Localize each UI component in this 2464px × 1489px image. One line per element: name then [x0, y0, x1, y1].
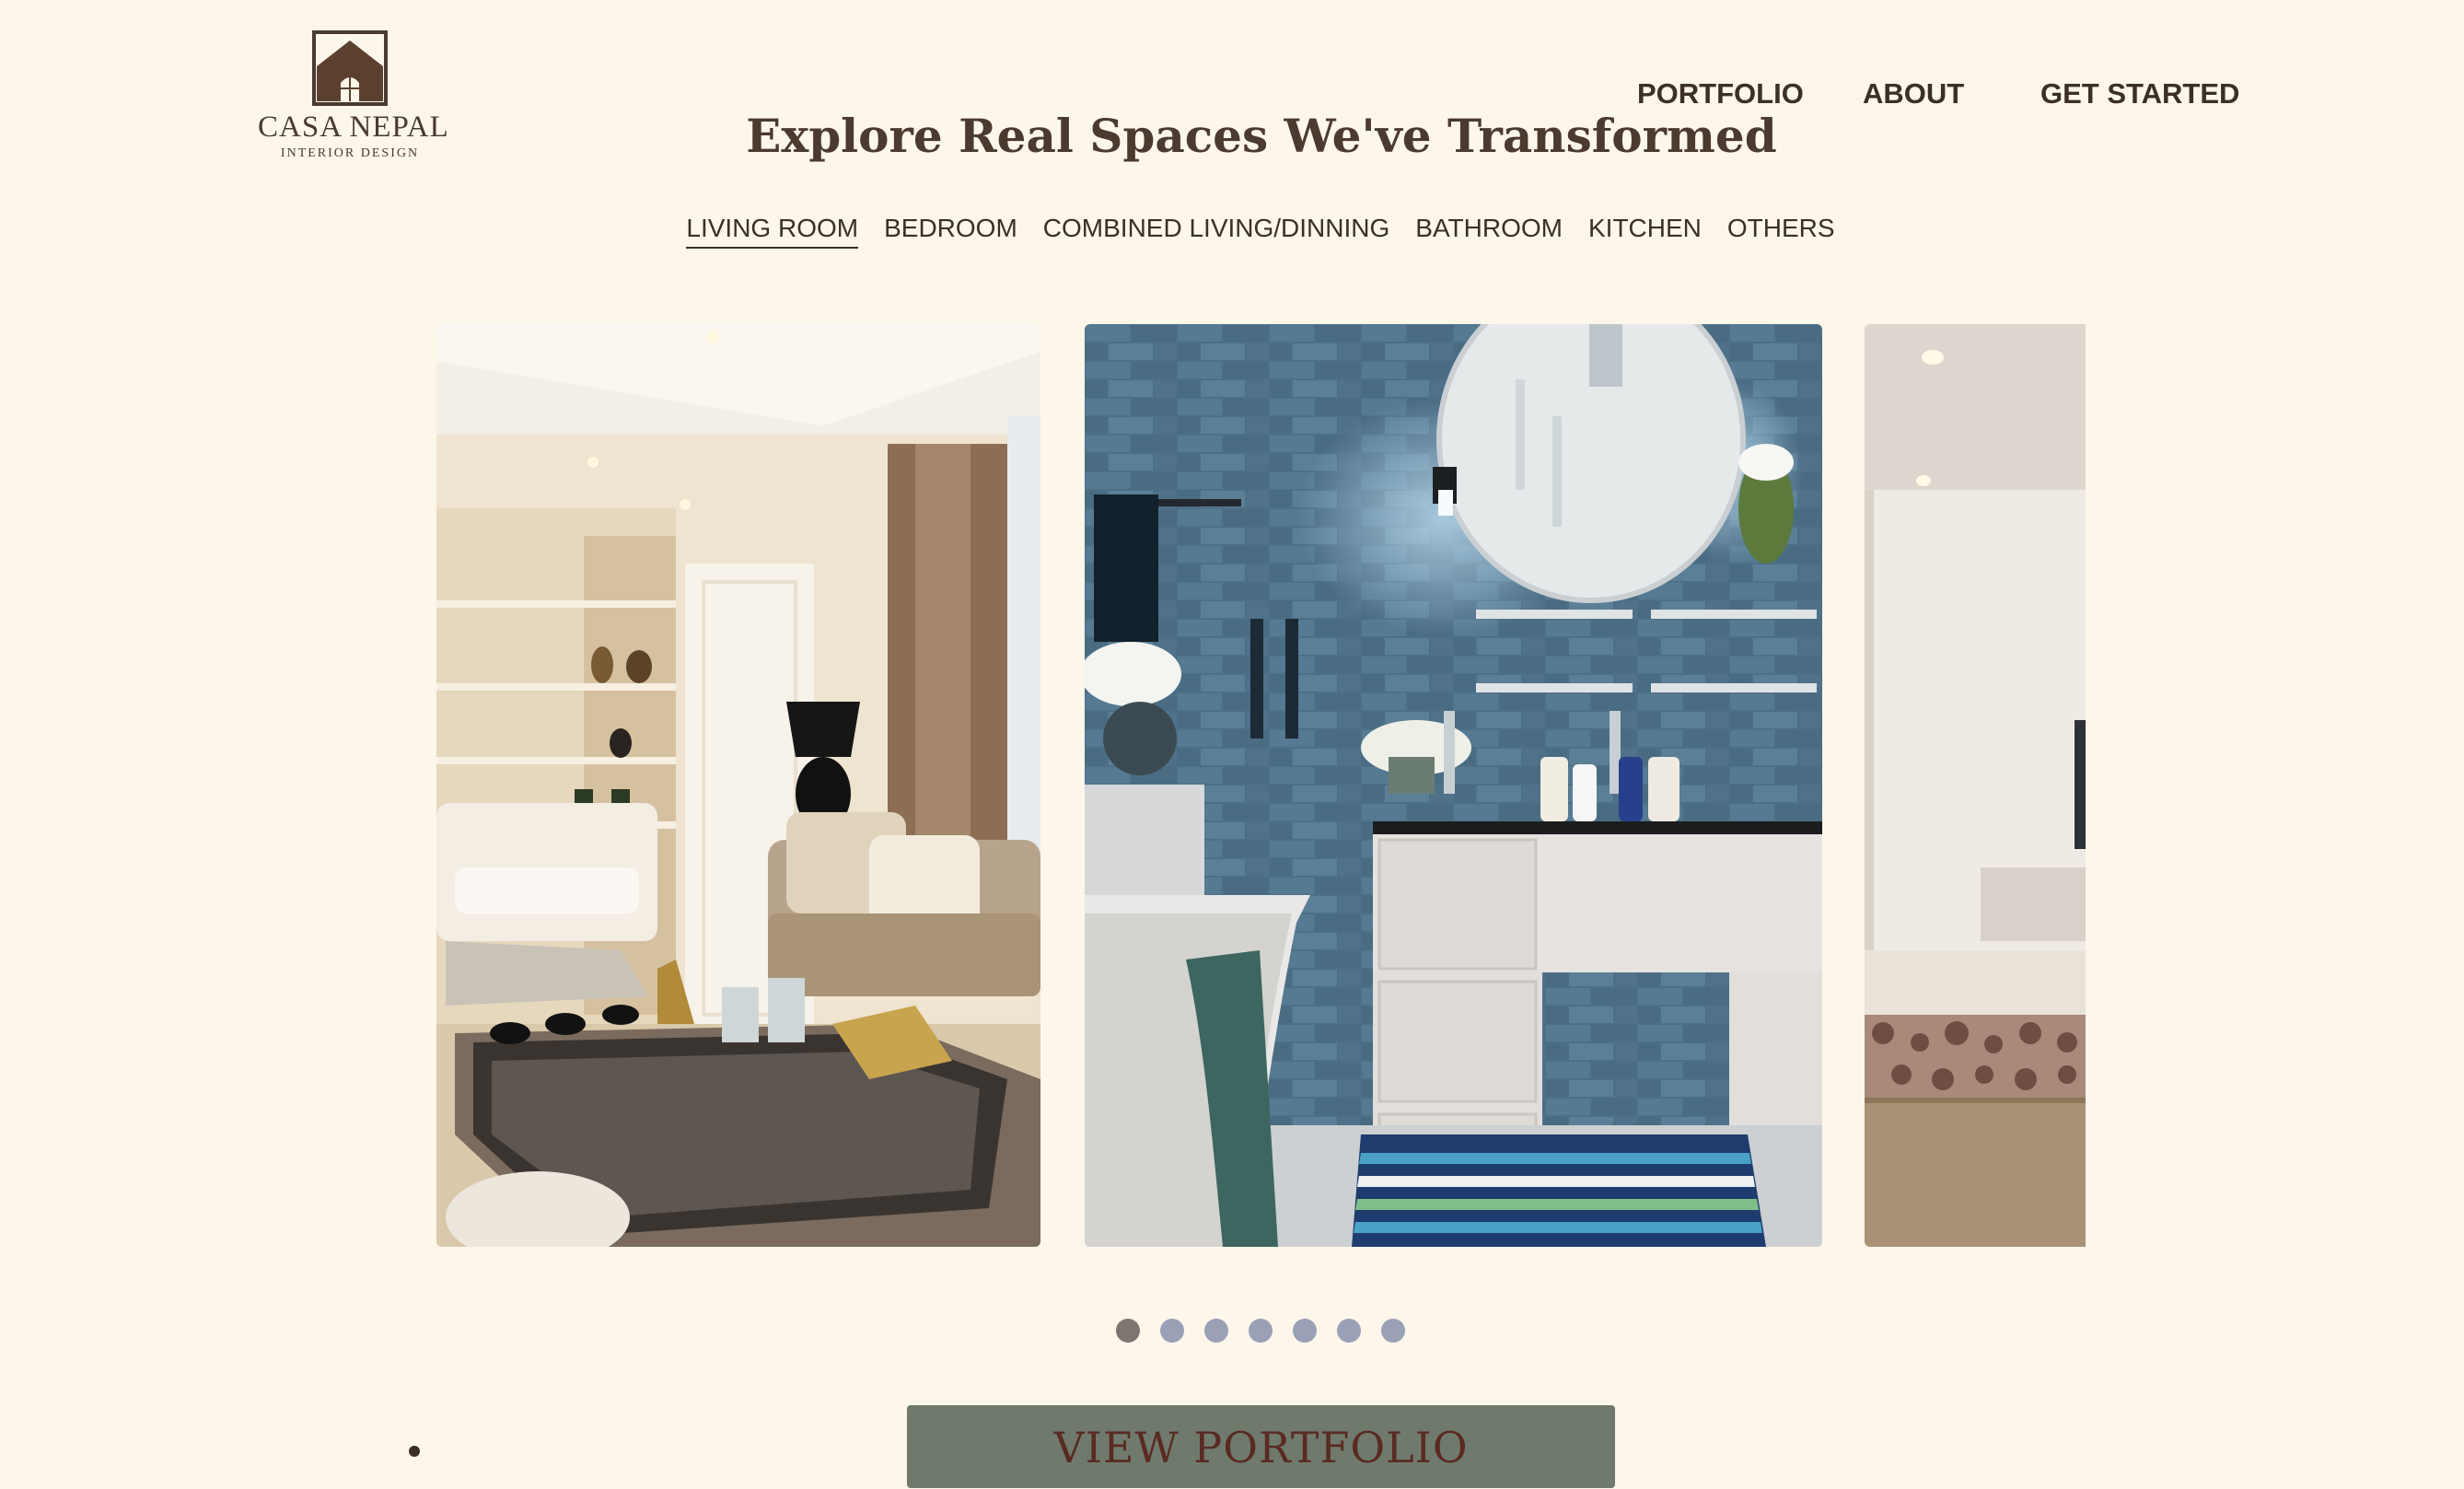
- portfolio-carousel: [0, 324, 2464, 1247]
- carousel-dot-4[interactable]: [1249, 1319, 1273, 1343]
- nav-about[interactable]: ABOUT: [1863, 77, 1964, 111]
- carousel-dot-6[interactable]: [1337, 1319, 1361, 1343]
- page-title: Explore Real Spaces We've Transformed: [746, 109, 1777, 163]
- carousel-dots: [1116, 1319, 1405, 1343]
- slide-bathroom[interactable]: [1085, 324, 1822, 1247]
- tab-bedroom[interactable]: BEDROOM: [884, 214, 1017, 247]
- slide-bedroom[interactable]: [1865, 324, 2086, 1247]
- nav-portfolio[interactable]: PORTFOLIO: [1637, 77, 1804, 111]
- slide-living-room[interactable]: [436, 324, 1040, 1247]
- carousel-dot-2[interactable]: [1160, 1319, 1184, 1343]
- striped-rug: [1352, 1134, 1766, 1247]
- tab-bathroom[interactable]: BATHROOM: [1415, 214, 1563, 247]
- bathroom-photo-icon: [1085, 324, 1822, 1247]
- list-bullet: [409, 1446, 420, 1457]
- carousel-dot-5[interactable]: [1293, 1319, 1317, 1343]
- carousel-dot-7[interactable]: [1381, 1319, 1405, 1343]
- carousel-dot-1[interactable]: [1116, 1319, 1140, 1343]
- nav-get-started[interactable]: GET STARTED: [2040, 77, 2239, 111]
- carousel-dot-3[interactable]: [1204, 1319, 1228, 1343]
- tab-others[interactable]: OTHERS: [1727, 214, 1835, 247]
- view-portfolio-button[interactable]: VIEW PORTFOLIO: [907, 1405, 1615, 1488]
- tab-combined-living-dining[interactable]: COMBINED LIVING/DINNING: [1043, 214, 1389, 247]
- category-tabs: LIVING ROOM BEDROOM COMBINED LIVING/DINNIN…: [0, 214, 2464, 249]
- living-room-photo-icon: [436, 324, 1040, 1247]
- bedroom-photo-icon: [1865, 324, 2086, 1247]
- tab-living-room[interactable]: LIVING ROOM: [686, 214, 859, 249]
- tab-kitchen[interactable]: KITCHEN: [1588, 214, 1702, 247]
